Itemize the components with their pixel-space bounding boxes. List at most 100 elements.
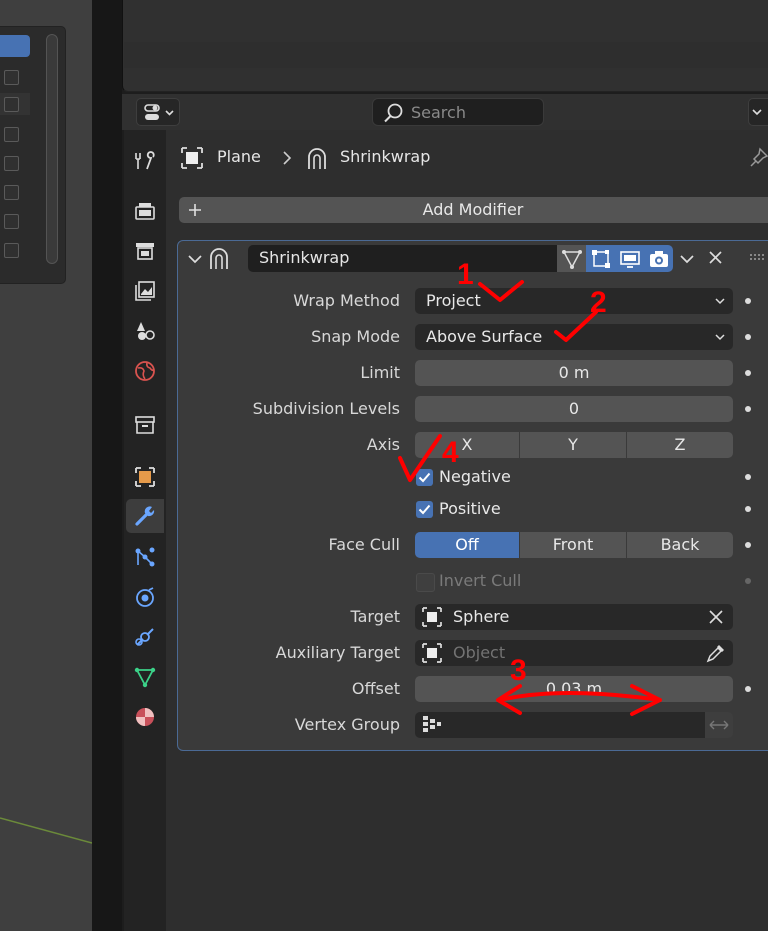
add-modifier-label: Add Modifier <box>422 200 524 219</box>
drag-handle-icon[interactable] <box>748 252 768 264</box>
face-cull-front[interactable]: Front <box>520 532 626 558</box>
keyframe-dot[interactable] <box>745 370 751 376</box>
keyframe-dot[interactable] <box>745 406 751 412</box>
object-icon <box>181 147 203 169</box>
keyframe-dot[interactable] <box>745 542 751 548</box>
outliner-row[interactable] <box>0 67 44 89</box>
tab-collection[interactable] <box>126 408 164 442</box>
tool-icon <box>135 151 155 170</box>
face-cull-back[interactable]: Back <box>627 532 733 558</box>
keyframe-dot[interactable] <box>745 506 751 512</box>
editor-type-dropdown[interactable] <box>136 98 180 126</box>
chevron-down-icon[interactable] <box>678 249 698 269</box>
clear-icon[interactable] <box>707 608 725 626</box>
offset-label: Offset <box>351 679 400 698</box>
render-toggle[interactable] <box>644 245 673 272</box>
axis-y-toggle[interactable]: Y <box>520 432 626 458</box>
tab-modifiers[interactable] <box>126 499 164 533</box>
edit-mode-toggle[interactable] <box>586 245 615 272</box>
axis-x-toggle[interactable]: X <box>415 432 519 458</box>
outliner-row[interactable] <box>0 239 44 261</box>
object-icon <box>422 643 442 663</box>
face-cull-segmented: Off Front Back <box>415 532 733 558</box>
tab-constraints[interactable] <box>126 620 164 654</box>
target-field[interactable]: Sphere <box>415 604 733 630</box>
negative-label: Negative <box>439 467 511 486</box>
vertex-group-label: Vertex Group <box>294 715 400 734</box>
checkmark-icon <box>418 472 431 483</box>
scene-icon <box>137 322 155 340</box>
tab-render[interactable] <box>126 194 164 228</box>
arrows-horizontal-icon <box>709 720 729 730</box>
search-input[interactable]: Search <box>372 98 544 126</box>
negative-checkbox[interactable] <box>416 469 433 486</box>
viewport-toggle[interactable] <box>615 245 644 272</box>
tab-physics[interactable] <box>126 580 164 614</box>
face-cull-label: Face Cull <box>328 535 400 554</box>
physics-icon <box>136 587 154 607</box>
offset-value: 0.03 m <box>545 679 603 698</box>
tab-material[interactable] <box>126 700 164 734</box>
collapse-chevron-icon[interactable] <box>186 249 206 269</box>
collection-icon <box>135 416 155 434</box>
outliner-row-selected[interactable] <box>0 35 30 57</box>
outliner-scrollbar[interactable] <box>46 34 58 264</box>
keyframe-dot[interactable] <box>745 298 751 304</box>
shrinkwrap-modifier-panel <box>177 240 768 751</box>
invert-cull-checkbox[interactable] <box>416 573 435 592</box>
outliner-row[interactable] <box>0 123 44 145</box>
chevron-down-icon <box>715 298 725 305</box>
auxiliary-target-placeholder: Object <box>453 643 506 662</box>
face-cull-off[interactable]: Off <box>415 532 519 558</box>
material-icon <box>136 708 154 726</box>
tab-output[interactable] <box>126 234 164 268</box>
outliner-row[interactable] <box>0 181 44 203</box>
tab-world[interactable] <box>126 354 164 388</box>
wrap-method-dropdown[interactable]: Project <box>415 288 733 314</box>
subdivision-levels-label: Subdivision Levels <box>252 399 400 418</box>
modifier-name-field[interactable]: Shrinkwrap <box>248 245 558 272</box>
snap-mode-dropdown[interactable]: Above Surface <box>415 324 733 350</box>
offset-field[interactable]: 0.03 m <box>415 676 733 702</box>
axis-label: Axis <box>366 435 400 454</box>
target-label: Target <box>350 607 401 626</box>
axis-segmented: X Y Z <box>415 432 733 458</box>
limit-label: Limit <box>360 363 400 382</box>
auxiliary-target-field[interactable]: Object <box>415 640 733 666</box>
outliner-row[interactable] <box>0 152 44 174</box>
properties-tabs <box>124 130 166 931</box>
vertex-group-field[interactable] <box>415 712 705 738</box>
keyframe-dot[interactable] <box>745 578 751 584</box>
tab-tool[interactable] <box>126 144 164 178</box>
eyedropper-icon[interactable] <box>705 642 727 664</box>
outliner-row[interactable] <box>0 210 44 232</box>
keyframe-dot[interactable] <box>745 334 751 340</box>
object-icon <box>422 607 442 627</box>
outliner-row[interactable] <box>0 93 30 115</box>
tab-object[interactable] <box>126 460 164 494</box>
invert-vertex-group-toggle[interactable] <box>705 712 733 738</box>
tab-data[interactable] <box>126 660 164 694</box>
keyframe-dot[interactable] <box>745 474 751 480</box>
positive-checkbox[interactable] <box>416 501 433 518</box>
add-modifier-button[interactable]: Add Modifier <box>179 197 768 223</box>
close-icon[interactable] <box>706 248 726 268</box>
camera-icon <box>649 250 668 267</box>
pin-icon[interactable] <box>748 146 768 170</box>
wrench-icon <box>135 506 155 526</box>
tab-view-layer[interactable] <box>126 274 164 308</box>
subdivision-levels-field[interactable]: 0 <box>415 396 733 422</box>
keyframe-dot[interactable] <box>745 686 751 692</box>
vertex-group-icon <box>423 716 441 732</box>
edit-cage-toggle[interactable] <box>557 245 586 272</box>
object-icon <box>135 467 155 487</box>
constraints-icon <box>135 628 154 646</box>
limit-field[interactable]: 0 m <box>415 360 733 386</box>
tab-scene[interactable] <box>126 314 164 348</box>
tab-particles[interactable] <box>126 540 164 574</box>
chevron-down-icon <box>715 334 725 341</box>
axis-z-toggle[interactable]: Z <box>627 432 733 458</box>
modifier-name-text: Shrinkwrap <box>259 248 350 267</box>
breadcrumb-object: Plane <box>217 147 261 166</box>
display-dropdown[interactable] <box>748 98 768 126</box>
